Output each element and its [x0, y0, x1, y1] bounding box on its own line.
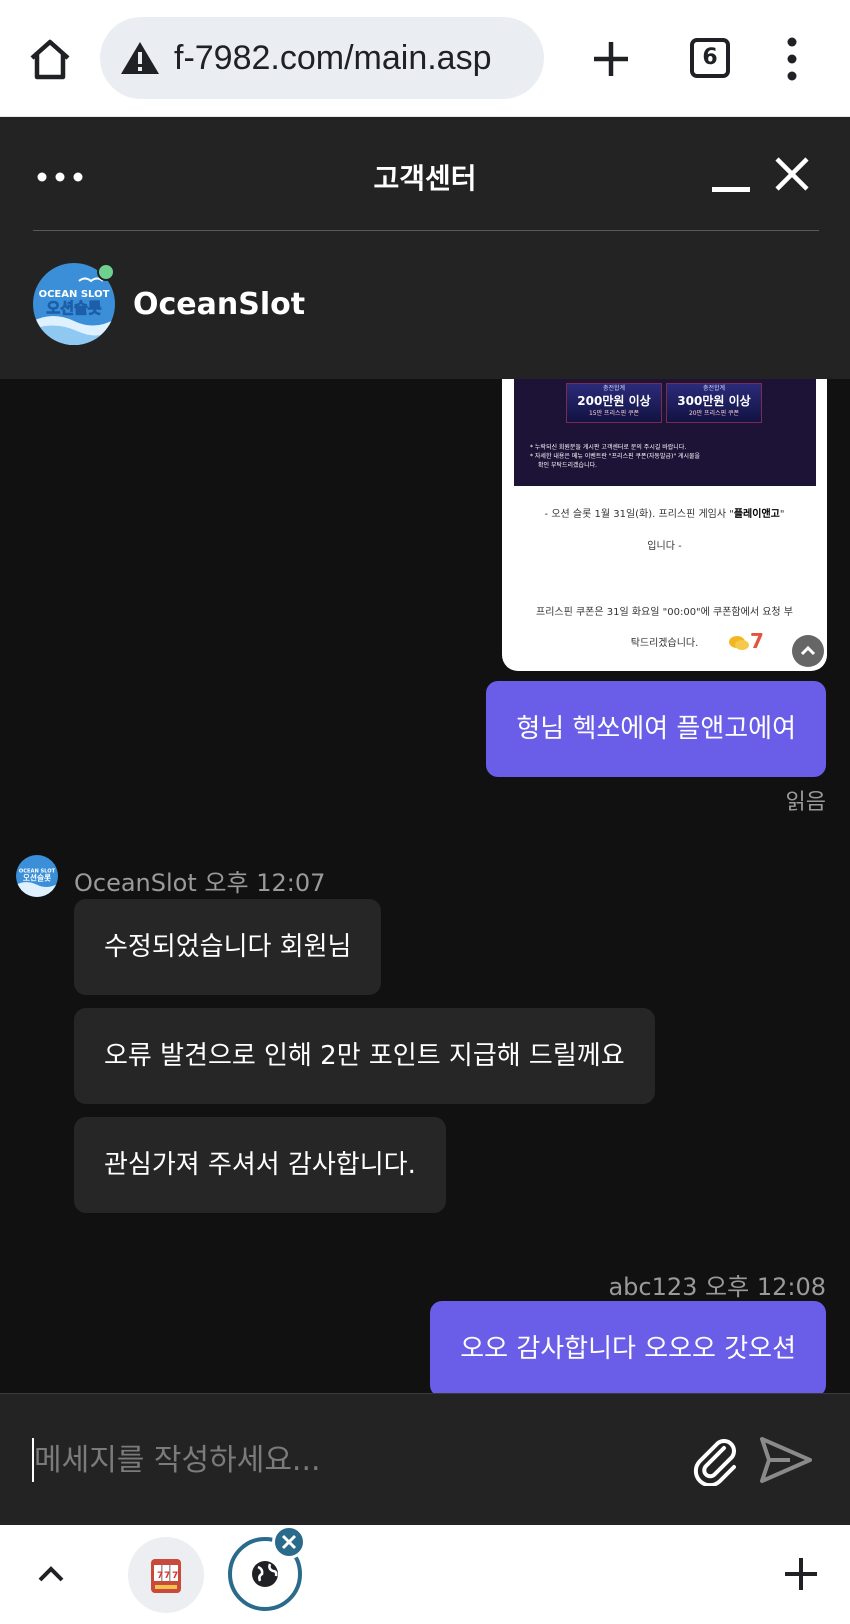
card-text-line: 프리스핀 쿠폰은 31일 화요일 "00:00"에 쿠폰함에서 요청 부	[536, 607, 793, 618]
new-tab-plus-icon[interactable]	[590, 38, 632, 80]
comment-icon	[729, 635, 749, 650]
minimize-icon[interactable]	[712, 159, 750, 193]
close-icon[interactable]	[773, 155, 811, 193]
promo-banner: 충전합계 200만원 이상 15만 프리스핀 쿠폰 충전합계 300만원 이상 …	[514, 379, 816, 486]
card-text-line: 입니다 -	[647, 541, 682, 552]
message-list[interactable]: 충전합계 200만원 이상 15만 프리스핀 쿠폰 충전합계 300만원 이상 …	[0, 379, 850, 1393]
sender-name: abc123	[608, 1273, 698, 1301]
user-message-bubble[interactable]: 형님 헥쏘에여 플앤고에여	[486, 681, 826, 777]
logo-text-ko: 오션슬롯	[46, 299, 101, 317]
online-status-dot	[97, 263, 115, 281]
promo-box-200: 충전합계 200만원 이상 15만 프리스핀 쿠폰	[566, 383, 662, 423]
user-message-bubble[interactable]: 오오 감사합니다 오오오 갓오션	[430, 1301, 826, 1393]
agent-message-bubble[interactable]: 오류 발견으로 인해 2만 포인트 지급해 드릴께요	[74, 1008, 655, 1104]
tab-switcher-button[interactable]: 6	[690, 38, 730, 78]
chevron-up-icon	[800, 645, 816, 656]
url-text: f-7982.com/main.asp	[174, 39, 492, 77]
paperclip-icon[interactable]	[690, 1434, 742, 1486]
plus-icon[interactable]	[782, 1555, 820, 1593]
comment-count-badge: 7	[728, 629, 764, 653]
bottom-toolbar: 7 7 7	[0, 1525, 850, 1624]
sender-name: OceanSlot	[74, 869, 197, 897]
agent-message-bubble[interactable]: 관심가져 주셔서 감사합니다.	[74, 1117, 446, 1213]
agent-name: OceanSlot	[133, 287, 306, 322]
more-vertical-icon[interactable]	[778, 36, 806, 82]
scroll-top-button[interactable]	[792, 635, 824, 667]
warning-icon[interactable]	[120, 41, 160, 75]
svg-text:7: 7	[157, 1571, 163, 1581]
agent-message-avatar: OCEAN SLOT 오션슬롯	[16, 855, 58, 897]
slot-machine-shortcut[interactable]: 7 7 7	[128, 1537, 204, 1613]
user-message-meta: abc123 오후 12:08	[608, 1267, 826, 1302]
read-receipt: 읽음	[785, 790, 826, 815]
close-shortcut-button[interactable]	[272, 1525, 306, 1559]
slot-machine-icon: 7 7 7	[151, 1559, 181, 1593]
card-text-line: 탁드리겠습니다.	[630, 638, 699, 649]
browser-toolbar: f-7982.com/main.asp 6	[0, 0, 850, 117]
message-time: 오후 12:07	[204, 869, 326, 897]
event-image-message[interactable]: 충전합계 200만원 이상 15만 프리스핀 쿠폰 충전합계 300만원 이상 …	[502, 379, 827, 671]
send-icon[interactable]	[760, 1436, 812, 1484]
promo-box-300: 충전합계 300만원 이상 20만 프리스핀 쿠폰	[666, 383, 762, 423]
agent-message-bubble[interactable]: 수정되었습니다 회원님	[74, 899, 382, 995]
card-text-line: - 오션 슬롯 1월 31일(화). 프리스핀 게임사 "플레이앤고"	[544, 509, 785, 520]
agent-message-meta: OceanSlot 오후 12:07	[74, 863, 325, 898]
header-divider	[33, 230, 819, 231]
close-icon	[281, 1534, 297, 1550]
svg-text:7: 7	[164, 1571, 170, 1581]
svg-text:오션슬롯: 오션슬롯	[23, 873, 51, 883]
svg-text:7: 7	[172, 1571, 178, 1581]
message-input[interactable]	[34, 1430, 654, 1490]
message-composer	[0, 1393, 850, 1525]
message-time: 오후 12:08	[705, 1273, 826, 1301]
promo-note: * 누락되신 회원분들 게시판 고객센터로 문의 주시길 바랍니다. * 자세한…	[530, 444, 701, 469]
address-bar[interactable]: f-7982.com/main.asp	[100, 17, 544, 99]
home-icon[interactable]	[26, 36, 74, 84]
chat-header: 고객센터 OCEAN SLOT 오션슬롯 OceanSlot	[0, 117, 850, 379]
chevron-up-icon[interactable]	[34, 1557, 68, 1591]
